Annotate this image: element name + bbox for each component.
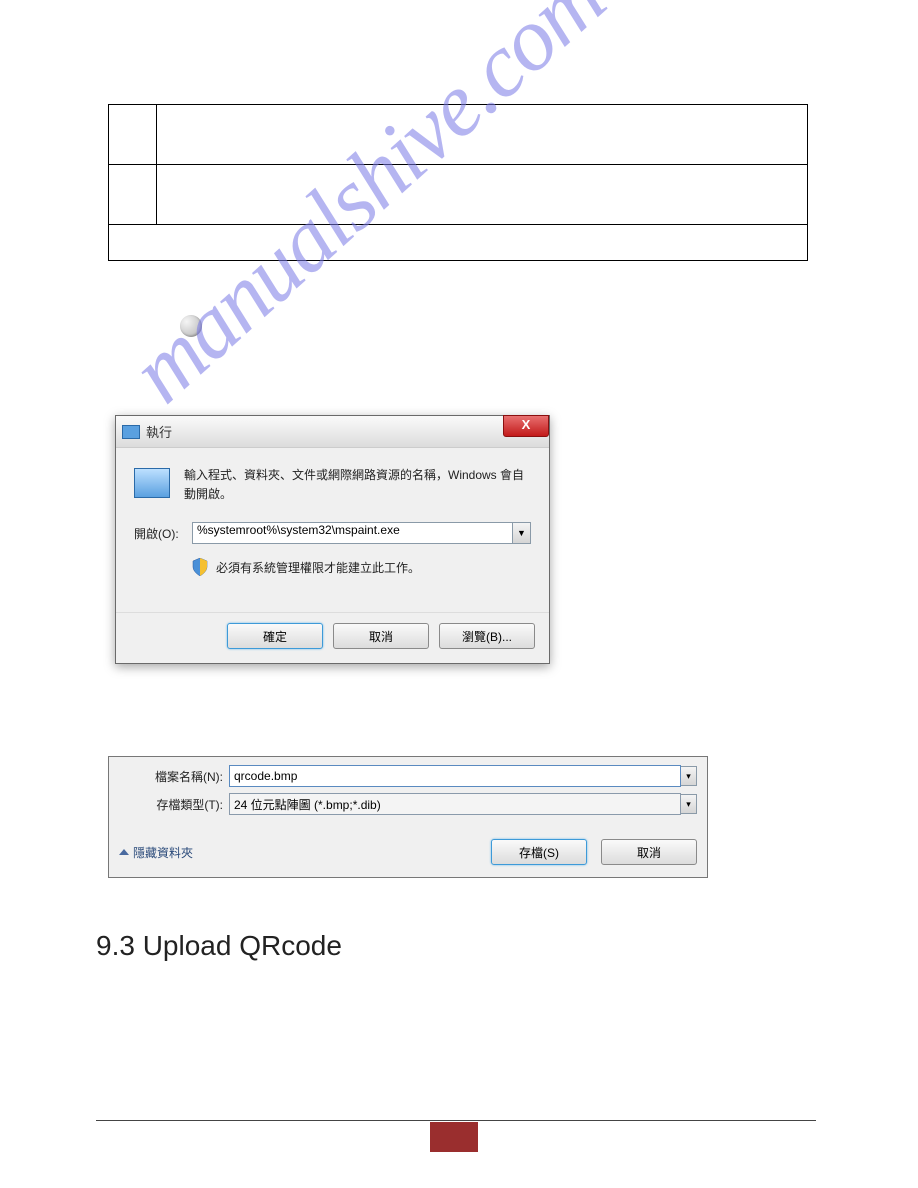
save-button[interactable]: 存檔(S) <box>491 839 587 865</box>
filename-input[interactable]: qrcode.bmp <box>229 765 681 787</box>
filename-label: 檔案名稱(N): <box>119 768 229 785</box>
windows-start-icon <box>180 315 202 337</box>
run-dialog-footer: 確定 取消 瀏覽(B)... <box>116 612 549 663</box>
run-prompt-icon <box>134 468 170 498</box>
footer-rule <box>96 1120 816 1121</box>
save-cancel-button[interactable]: 取消 <box>601 839 697 865</box>
hide-folders-label: 隱藏資料夾 <box>133 844 193 861</box>
open-dropdown-arrow-icon[interactable]: ▼ <box>513 522 531 544</box>
filetype-dropdown-arrow-icon[interactable]: ▾ <box>681 794 697 814</box>
open-input-value: %systemroot%\system32\mspaint.exe <box>197 523 400 537</box>
close-button[interactable]: X <box>503 415 549 437</box>
ok-button[interactable]: 確定 <box>227 623 323 649</box>
open-label: 開啟(O): <box>134 525 192 542</box>
chevron-up-icon <box>119 849 129 855</box>
hide-folders-toggle[interactable]: 隱藏資料夾 <box>119 844 193 861</box>
open-input[interactable]: %systemroot%\system32\mspaint.exe <box>192 522 513 544</box>
filetype-value: 24 位元點陣圖 (*.bmp;*.dib) <box>234 796 381 813</box>
browse-button[interactable]: 瀏覽(B)... <box>439 623 535 649</box>
run-dialog-icon <box>122 425 140 439</box>
run-dialog-titlebar: 執行 X <box>116 416 549 448</box>
run-dialog-description: 輸入程式、資料夾、文件或網際網路資源的名稱，Windows 會自動開啟。 <box>184 466 531 504</box>
cancel-button[interactable]: 取消 <box>333 623 429 649</box>
run-dialog: 執行 X 輸入程式、資料夾、文件或網際網路資源的名稱，Windows 會自動開啟… <box>115 415 550 664</box>
layout-table <box>108 104 808 261</box>
filetype-label: 存檔類型(T): <box>119 796 229 813</box>
filename-value: qrcode.bmp <box>234 769 297 783</box>
shield-icon <box>192 558 208 576</box>
admin-warning-text: 必須有系統管理權限才能建立此工作。 <box>216 559 420 576</box>
section-heading: 9.3 Upload QRcode <box>96 930 342 962</box>
run-dialog-title: 執行 <box>146 422 172 441</box>
filetype-input[interactable]: 24 位元點陣圖 (*.bmp;*.dib) <box>229 793 681 815</box>
page-number-box <box>430 1122 478 1152</box>
save-dialog-footer: 檔案名稱(N): qrcode.bmp ▾ 存檔類型(T): 24 位元點陣圖 … <box>108 756 708 878</box>
filename-dropdown-arrow-icon[interactable]: ▾ <box>681 766 697 786</box>
